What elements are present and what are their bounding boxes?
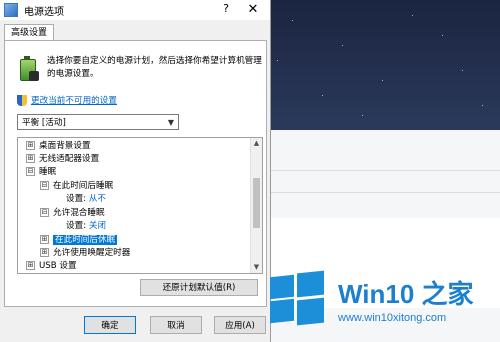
tab-advanced-settings[interactable]: 高级设置: [4, 24, 55, 41]
tree-item-wake-timers[interactable]: ⊞ 允许使用唤醒定时器: [40, 247, 130, 259]
brand-name: Win10 之家: [338, 279, 474, 309]
cancel-button[interactable]: 取消: [150, 316, 202, 334]
power-options-icon: [4, 3, 18, 17]
power-plan-dropdown[interactable]: 平衡 [活动] ▼: [17, 114, 179, 130]
close-button[interactable]: ✕: [242, 0, 264, 20]
tree-item-wireless-adapter[interactable]: ⊞ 无线适配器设置: [26, 153, 99, 165]
intro-text: 选择你要自定义的电源计划，然后选择你希望计算机管理的电源设置。: [47, 56, 262, 79]
setting-value-link[interactable]: 从不: [89, 194, 106, 204]
advanced-settings-pane: 选择你要自定义的电源计划，然后选择你希望计算机管理的电源设置。 更改当前不可用的…: [4, 40, 267, 307]
title-bar: 电源选项 ? ✕: [0, 0, 270, 20]
expand-icon[interactable]: ⊞: [26, 154, 35, 163]
tree-item-hibernate-after[interactable]: ⊞ 在此时间后休眠: [40, 234, 118, 246]
scroll-up-icon[interactable]: ▲: [251, 138, 262, 149]
help-button[interactable]: ?: [218, 2, 234, 15]
intro-section: 选择你要自定义的电源计划，然后选择你希望计算机管理的电源设置。: [17, 53, 262, 85]
tree-item-hybrid-sleep[interactable]: ⊟ 允许混合睡眠: [40, 207, 105, 219]
window-title: 电源选项: [24, 6, 64, 18]
tree-item-usb-settings[interactable]: ⊞ USB 设置: [26, 260, 77, 272]
tree-item-setting-value[interactable]: 设置: 关闭: [66, 220, 106, 232]
expand-icon[interactable]: ⊞: [40, 248, 49, 257]
expand-icon[interactable]: ⊞: [40, 235, 49, 244]
tree-item-desktop-background[interactable]: ⊞ 桌面背景设置: [26, 140, 91, 152]
restore-defaults-button[interactable]: 还原计划默认值(R): [140, 279, 258, 296]
tab-bar: 高级设置: [0, 20, 270, 41]
battery-plug-icon: [17, 53, 39, 83]
apply-button[interactable]: 应用(A): [214, 316, 266, 334]
windows-logo-icon: [270, 270, 324, 326]
collapse-icon[interactable]: ⊟: [40, 181, 49, 190]
ok-button[interactable]: 确定: [84, 316, 136, 334]
starry-wallpaper: [262, 0, 500, 130]
tree-scrollbar[interactable]: ▲ ▼: [250, 138, 262, 273]
scroll-down-icon[interactable]: ▼: [251, 262, 262, 273]
expand-icon[interactable]: ⊞: [26, 261, 35, 270]
chevron-down-icon: ▼: [167, 118, 174, 127]
change-unavailable-settings-link[interactable]: 更改当前不可用的设置: [31, 94, 117, 106]
collapse-icon[interactable]: ⊟: [40, 208, 49, 217]
setting-value-link[interactable]: 关闭: [89, 221, 106, 231]
tree-item-sleep[interactable]: ⊟ 睡眠: [26, 166, 56, 178]
tree-item-sleep-after[interactable]: ⊟ 在此时间后睡眠: [40, 180, 113, 192]
collapse-icon[interactable]: ⊟: [26, 167, 35, 176]
divider: [262, 192, 500, 193]
tree-item-setting-value[interactable]: 设置: 从不: [66, 193, 106, 205]
expand-icon[interactable]: ⊞: [26, 141, 35, 150]
power-options-dialog: 电源选项 ? ✕ 高级设置 选择你要自定义的电源计划，然后选择你希望计算机管理的…: [0, 0, 271, 342]
power-settings-tree[interactable]: ⊞ 桌面背景设置 ⊞ 无线适配器设置 ⊟ 睡眠 ⊟ 在此时间后睡眠 设置: 从不 ⊟ 允许…: [17, 137, 263, 274]
power-plan-value: 平衡 [活动]: [22, 118, 66, 128]
scrollbar-thumb[interactable]: [253, 178, 260, 228]
change-settings-row: 更改当前不可用的设置: [17, 93, 117, 107]
brand-watermark: Win10 之家 www.win10xitong.com: [266, 262, 500, 342]
divider: [262, 170, 500, 171]
uac-shield-icon: [17, 94, 27, 106]
brand-url: www.win10xitong.com: [338, 312, 447, 324]
